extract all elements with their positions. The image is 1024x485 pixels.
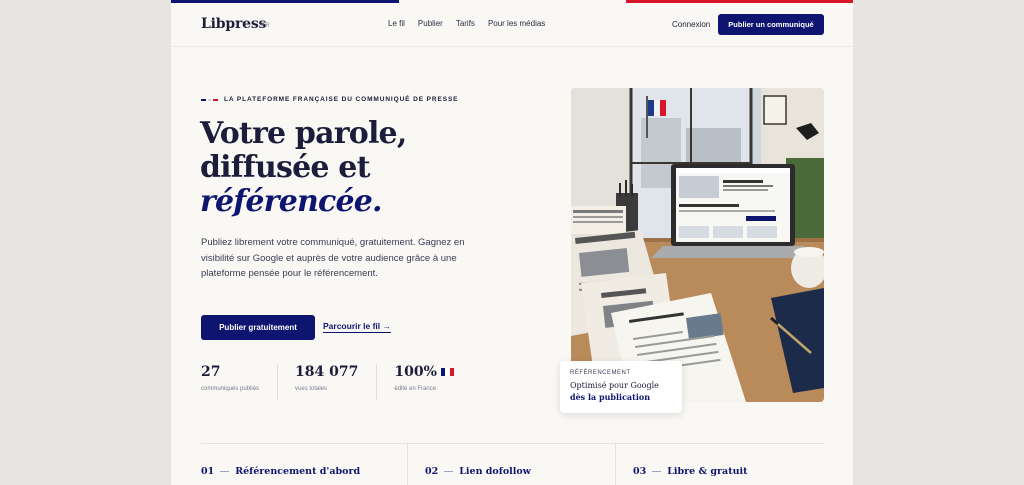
hero-title-line1: Votre parole, (200, 116, 407, 151)
stat-value: 27 (201, 364, 221, 380)
publish-release-button[interactable]: Publier un communiqué (718, 14, 824, 35)
eyebrow-text: LA PLATEFORME FRANÇAISE DU COMMUNIQUÉ DE… (224, 96, 459, 103)
french-flag-icon (440, 368, 454, 376)
nav-item-le-fil[interactable]: Le fil (388, 19, 405, 28)
publish-free-button[interactable]: Publier gratuitement (201, 315, 315, 340)
hero-lead: Publiez librement votre communiqué, grat… (201, 237, 465, 279)
nav-item-publier[interactable]: Publier (418, 19, 443, 28)
login-link[interactable]: Connexion (672, 20, 710, 29)
stat-value-row: 100% (394, 364, 454, 380)
stats-row: 27 communiqués publiés 184 077 vues tota… (201, 364, 489, 400)
feature-dofollow: 02 Lien dofollow (425, 466, 531, 477)
stat-label: vues totales (295, 386, 328, 392)
feature-free: 03 Libre & gratuit (633, 466, 748, 477)
section-divider (201, 443, 824, 444)
feature-separator (652, 471, 662, 472)
stat-value: 184 077 (295, 364, 359, 380)
logo-suffix: .FR (259, 23, 271, 29)
stat-label: édité en France (394, 386, 437, 392)
seo-badge: RÉFÉRENCEMENT Optimisé pour Google dès l… (560, 361, 682, 413)
feature-separator (444, 471, 454, 472)
nav-item-tarifs[interactable]: Tarifs (456, 19, 475, 28)
feature-column-divider (615, 444, 616, 485)
stat-releases: 27 communiqués publiés (201, 364, 279, 400)
stat-made-in-france: 100% édité en France (394, 364, 472, 400)
hero-eyebrow: LA PLATEFORME FRANÇAISE DU COMMUNIQUÉ DE… (201, 96, 458, 103)
feature-separator (220, 471, 230, 472)
feature-number: 03 (633, 466, 647, 477)
feature-title: Référencement d'abord (235, 466, 361, 477)
badge-line2: dès la publication (570, 392, 651, 402)
site-header: Libpress .FR Le fil Publier Tarifs Pour … (171, 3, 853, 47)
feature-title: Libre & gratuit (667, 466, 748, 477)
browse-feed-link[interactable]: Parcourir le fil → (323, 321, 392, 333)
feature-title: Lien dofollow (459, 466, 531, 477)
hero-title-line2: diffusée et (200, 150, 370, 185)
stat-views: 184 077 vues totales (295, 364, 378, 400)
page: Libpress .FR Le fil Publier Tarifs Pour … (171, 0, 853, 485)
hero-image (571, 88, 824, 402)
stat-label: communiqués publiés (201, 386, 260, 392)
feature-column-divider (407, 444, 408, 485)
nav-item-medias[interactable]: Pour les médias (488, 19, 545, 28)
main-nav: Le fil Publier Tarifs Pour les médias (388, 19, 545, 28)
feature-number: 01 (201, 466, 215, 477)
hero-title-accent: référencée. (200, 184, 382, 219)
badge-line1: Optimisé pour Google (570, 381, 659, 390)
hero-title: Votre parole, diffusée et référencée. (200, 117, 407, 219)
feature-number: 02 (425, 466, 439, 477)
desk-laptop-illustration (571, 88, 824, 402)
stat-value: 100% (394, 364, 437, 380)
tricolor-dash-icon (201, 98, 218, 101)
badge-label: RÉFÉRENCEMENT (570, 370, 631, 376)
logo[interactable]: Libpress (201, 16, 266, 32)
feature-seo: 01 Référencement d'abord (201, 466, 360, 477)
